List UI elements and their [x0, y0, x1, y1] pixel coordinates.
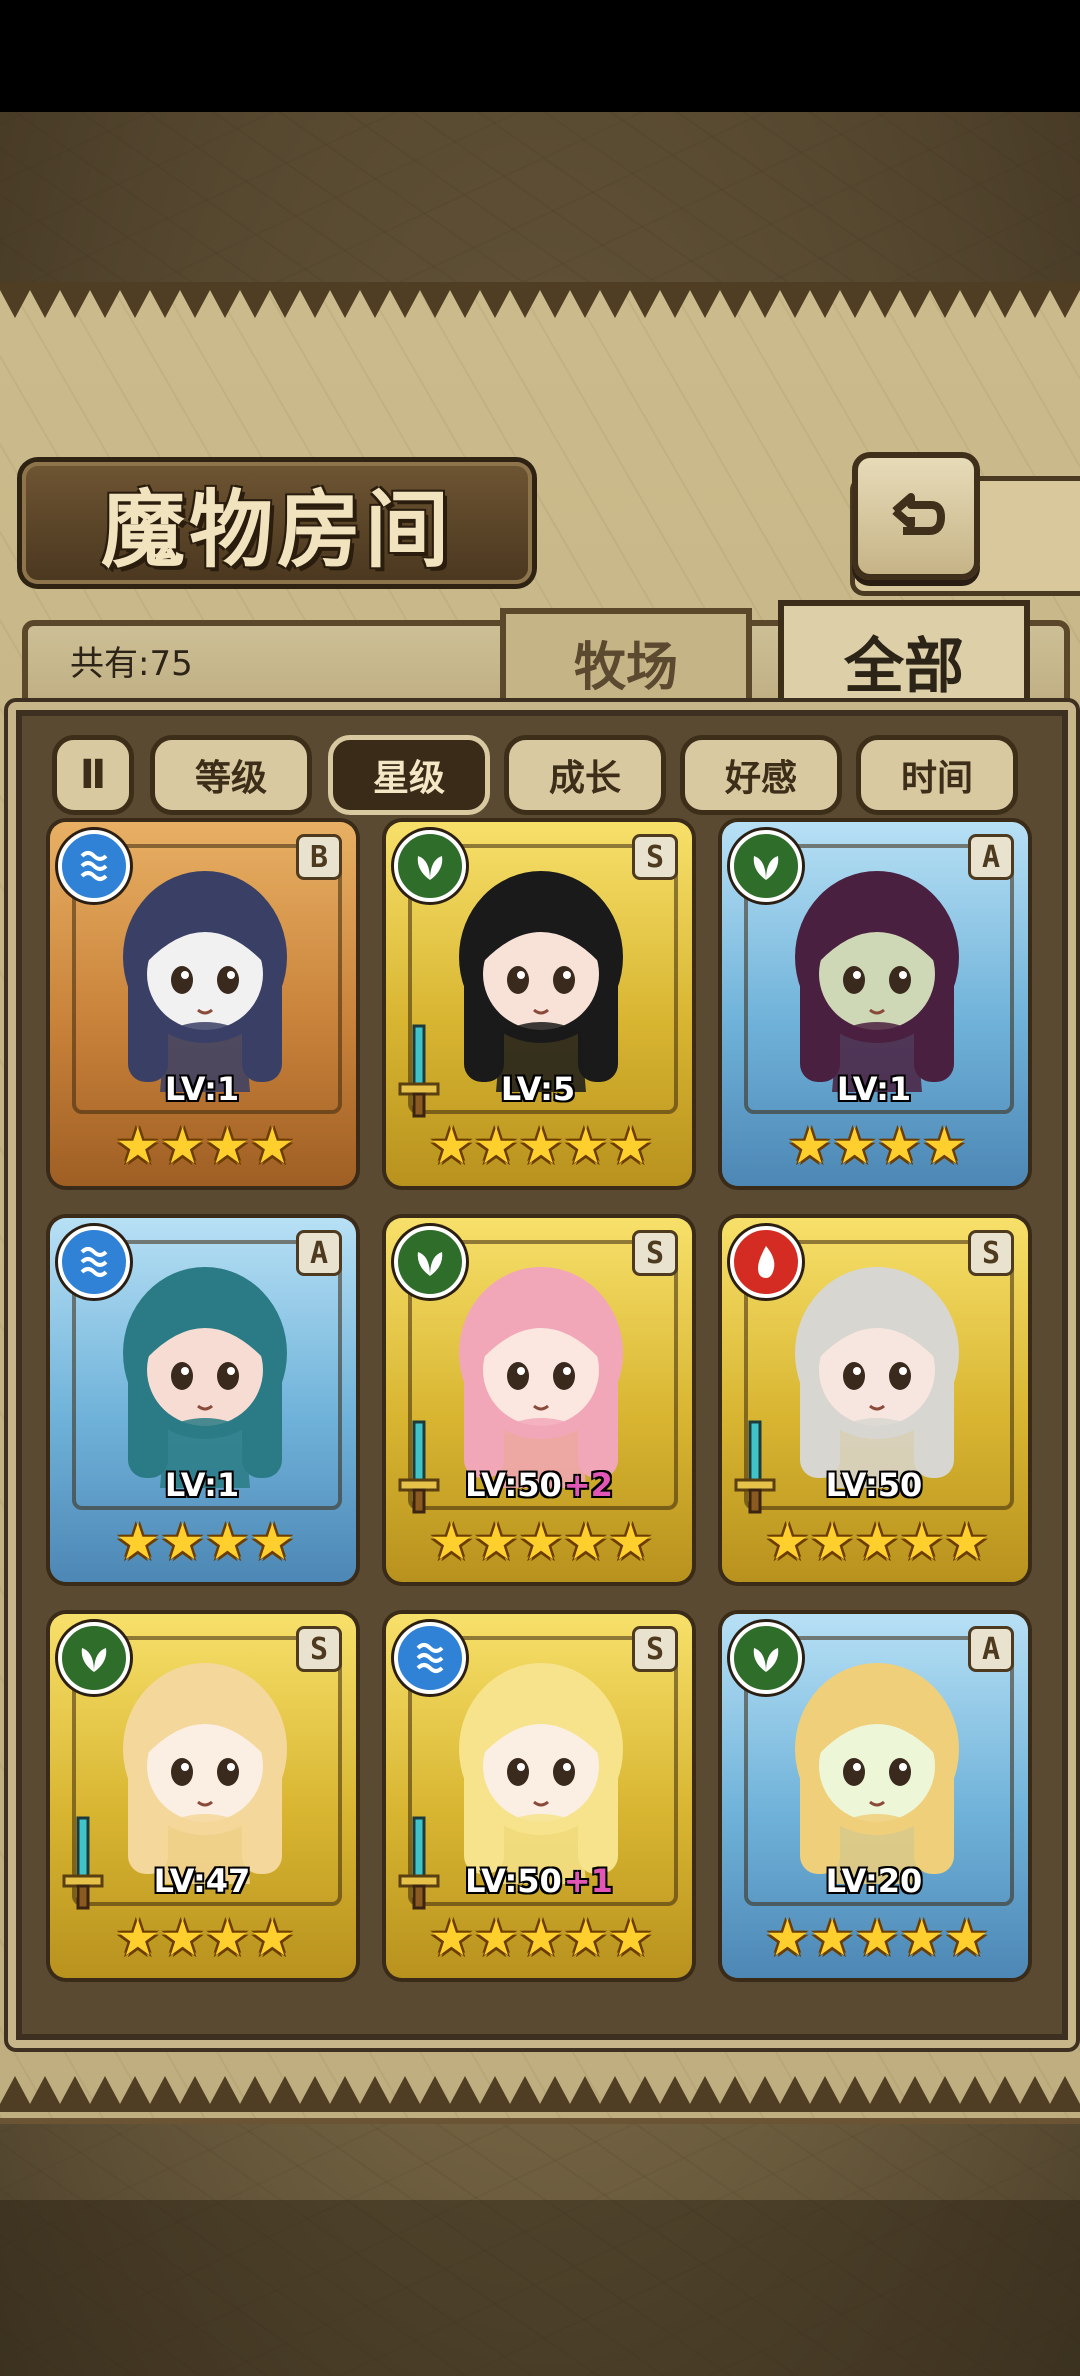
monster-portrait — [123, 1267, 287, 1488]
sword-icon — [398, 1024, 440, 1118]
sword-icon — [398, 1816, 440, 1910]
level-value: LV:1 — [164, 1070, 240, 1108]
monster-portrait — [123, 871, 287, 1092]
monster-portrait — [123, 1663, 287, 1884]
monster-portrait — [459, 871, 623, 1092]
star-icons: ★★★★★ — [428, 1117, 654, 1175]
star-rating: ★★★★ — [80, 1514, 330, 1570]
monster-portrait — [459, 1267, 623, 1488]
monster-portrait — [795, 1267, 959, 1488]
water-element-icon — [394, 1622, 466, 1694]
sort-by-time-button[interactable]: 时间 — [856, 735, 1018, 815]
level-bonus: +2 — [563, 1466, 613, 1504]
star-rating: ★★★★ — [80, 1118, 330, 1174]
tab-pasture[interactable]: 牧场 — [500, 608, 752, 710]
monster-level: LV:1 — [50, 1466, 356, 1504]
monster-card[interactable]: LV:47 ★★★★ S — [50, 1614, 356, 1978]
plant-element-icon — [394, 1226, 466, 1298]
star-rating: ★★★★ — [80, 1910, 330, 1966]
star-rating: ★★★★★ — [416, 1514, 666, 1570]
page-title: 魔物房间 — [100, 479, 453, 579]
monster-level: LV:1 — [722, 1070, 1028, 1108]
star-icons: ★★★★★ — [764, 1909, 990, 1967]
monster-portrait — [459, 1663, 623, 1884]
sword-icon — [398, 1420, 440, 1514]
monster-card[interactable]: LV:50 ★★★★★ S — [722, 1218, 1028, 1582]
sort-by-stars-button[interactable]: 星级 — [328, 735, 490, 815]
monster-portrait — [795, 1663, 959, 1884]
star-icons: ★★★★ — [115, 1909, 295, 1967]
level-value: LV:50 — [825, 1466, 923, 1504]
star-icons: ★★★★ — [115, 1117, 295, 1175]
tab-all[interactable]: 全部 — [778, 600, 1030, 716]
back-arrow-icon — [892, 493, 945, 535]
title-plate: 魔物房间 — [22, 462, 532, 584]
panel-bottom-zigzag — [0, 2076, 1080, 2112]
sort-order-toggle[interactable]: Ⅱ — [52, 735, 134, 815]
level-value: LV:1 — [164, 1466, 240, 1504]
rank-badge: B — [296, 834, 342, 880]
sort-by-growth-button[interactable]: 成长 — [504, 735, 666, 815]
rank-badge: S — [632, 1626, 678, 1672]
star-icons: ★★★★★ — [428, 1909, 654, 1967]
rank-badge: S — [632, 1230, 678, 1276]
level-value: LV:47 — [153, 1862, 251, 1900]
monster-count: 共有:75 — [70, 644, 193, 684]
star-icons: ★★★★★ — [764, 1513, 990, 1571]
plant-element-icon — [394, 830, 466, 902]
rank-badge: A — [968, 1626, 1014, 1672]
sword-icon — [62, 1816, 104, 1910]
level-value: LV:5 — [500, 1070, 576, 1108]
bottom-map-band — [0, 2200, 1080, 2376]
star-icons: ★★★★★ — [428, 1513, 654, 1571]
rank-badge: A — [296, 1230, 342, 1276]
sort-by-affection-button[interactable]: 好感 — [680, 735, 842, 815]
plant-element-icon — [730, 1622, 802, 1694]
rank-badge: S — [296, 1626, 342, 1672]
sword-icon — [734, 1420, 776, 1514]
fire-element-icon — [730, 1226, 802, 1298]
back-button[interactable] — [852, 452, 980, 580]
monster-card[interactable]: LV:50+2 ★★★★★ S — [386, 1218, 692, 1582]
water-element-icon — [58, 830, 130, 902]
monster-card[interactable]: LV:20 ★★★★★ A — [722, 1614, 1028, 1978]
star-rating: ★★★★★ — [752, 1910, 1002, 1966]
star-icons: ★★★★ — [115, 1513, 295, 1571]
panel-top-zigzag — [0, 282, 1080, 318]
sort-by-level-button[interactable]: 等级 — [150, 735, 312, 815]
monster-portrait — [795, 871, 959, 1092]
monster-card[interactable]: LV:5 ★★★★★ S — [386, 822, 692, 1186]
star-rating: ★★★★★ — [416, 1118, 666, 1174]
monster-card[interactable]: LV:50+1 ★★★★★ S — [386, 1614, 692, 1978]
rank-badge: S — [632, 834, 678, 880]
plant-element-icon — [58, 1622, 130, 1694]
star-rating: ★★★★★ — [752, 1514, 1002, 1570]
star-rating: ★★★★ — [752, 1118, 1002, 1174]
rank-badge: A — [968, 834, 1014, 880]
rank-badge: S — [968, 1230, 1014, 1276]
monster-card[interactable]: LV:1 ★★★★ A — [722, 822, 1028, 1186]
monster-card[interactable]: LV:1 ★★★★ A — [50, 1218, 356, 1582]
level-value: LV:50 — [465, 1862, 562, 1900]
monster-level: LV:20 — [722, 1862, 1028, 1900]
top-map-band — [0, 112, 1080, 282]
plant-element-icon — [730, 830, 802, 902]
monster-card[interactable]: LV:1 ★★★★ B — [50, 822, 356, 1186]
level-bonus: +1 — [563, 1862, 613, 1900]
level-value: LV:20 — [825, 1862, 923, 1900]
level-value: LV:50 — [465, 1466, 562, 1504]
level-value: LV:1 — [836, 1070, 912, 1108]
star-rating: ★★★★★ — [416, 1910, 666, 1966]
monster-level: LV:1 — [50, 1070, 356, 1108]
star-icons: ★★★★ — [787, 1117, 967, 1175]
water-element-icon — [58, 1226, 130, 1298]
